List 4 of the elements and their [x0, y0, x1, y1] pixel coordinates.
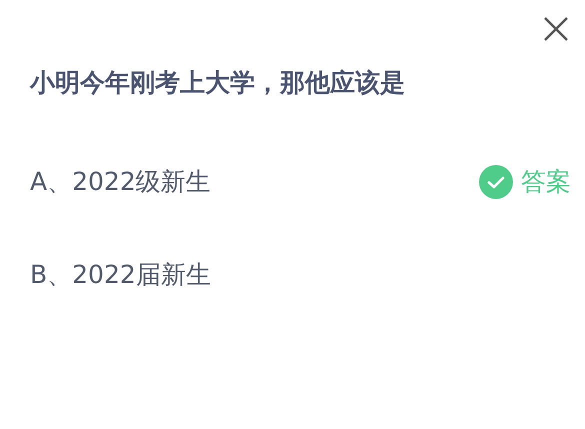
option-text[interactable]: B、2022届新生 — [30, 256, 211, 294]
answer-label: 答案 — [521, 166, 571, 198]
question-text: 小明今年刚考上大学，那他应该是 — [30, 67, 406, 99]
option-text[interactable]: A、2022级新生 — [30, 163, 211, 201]
